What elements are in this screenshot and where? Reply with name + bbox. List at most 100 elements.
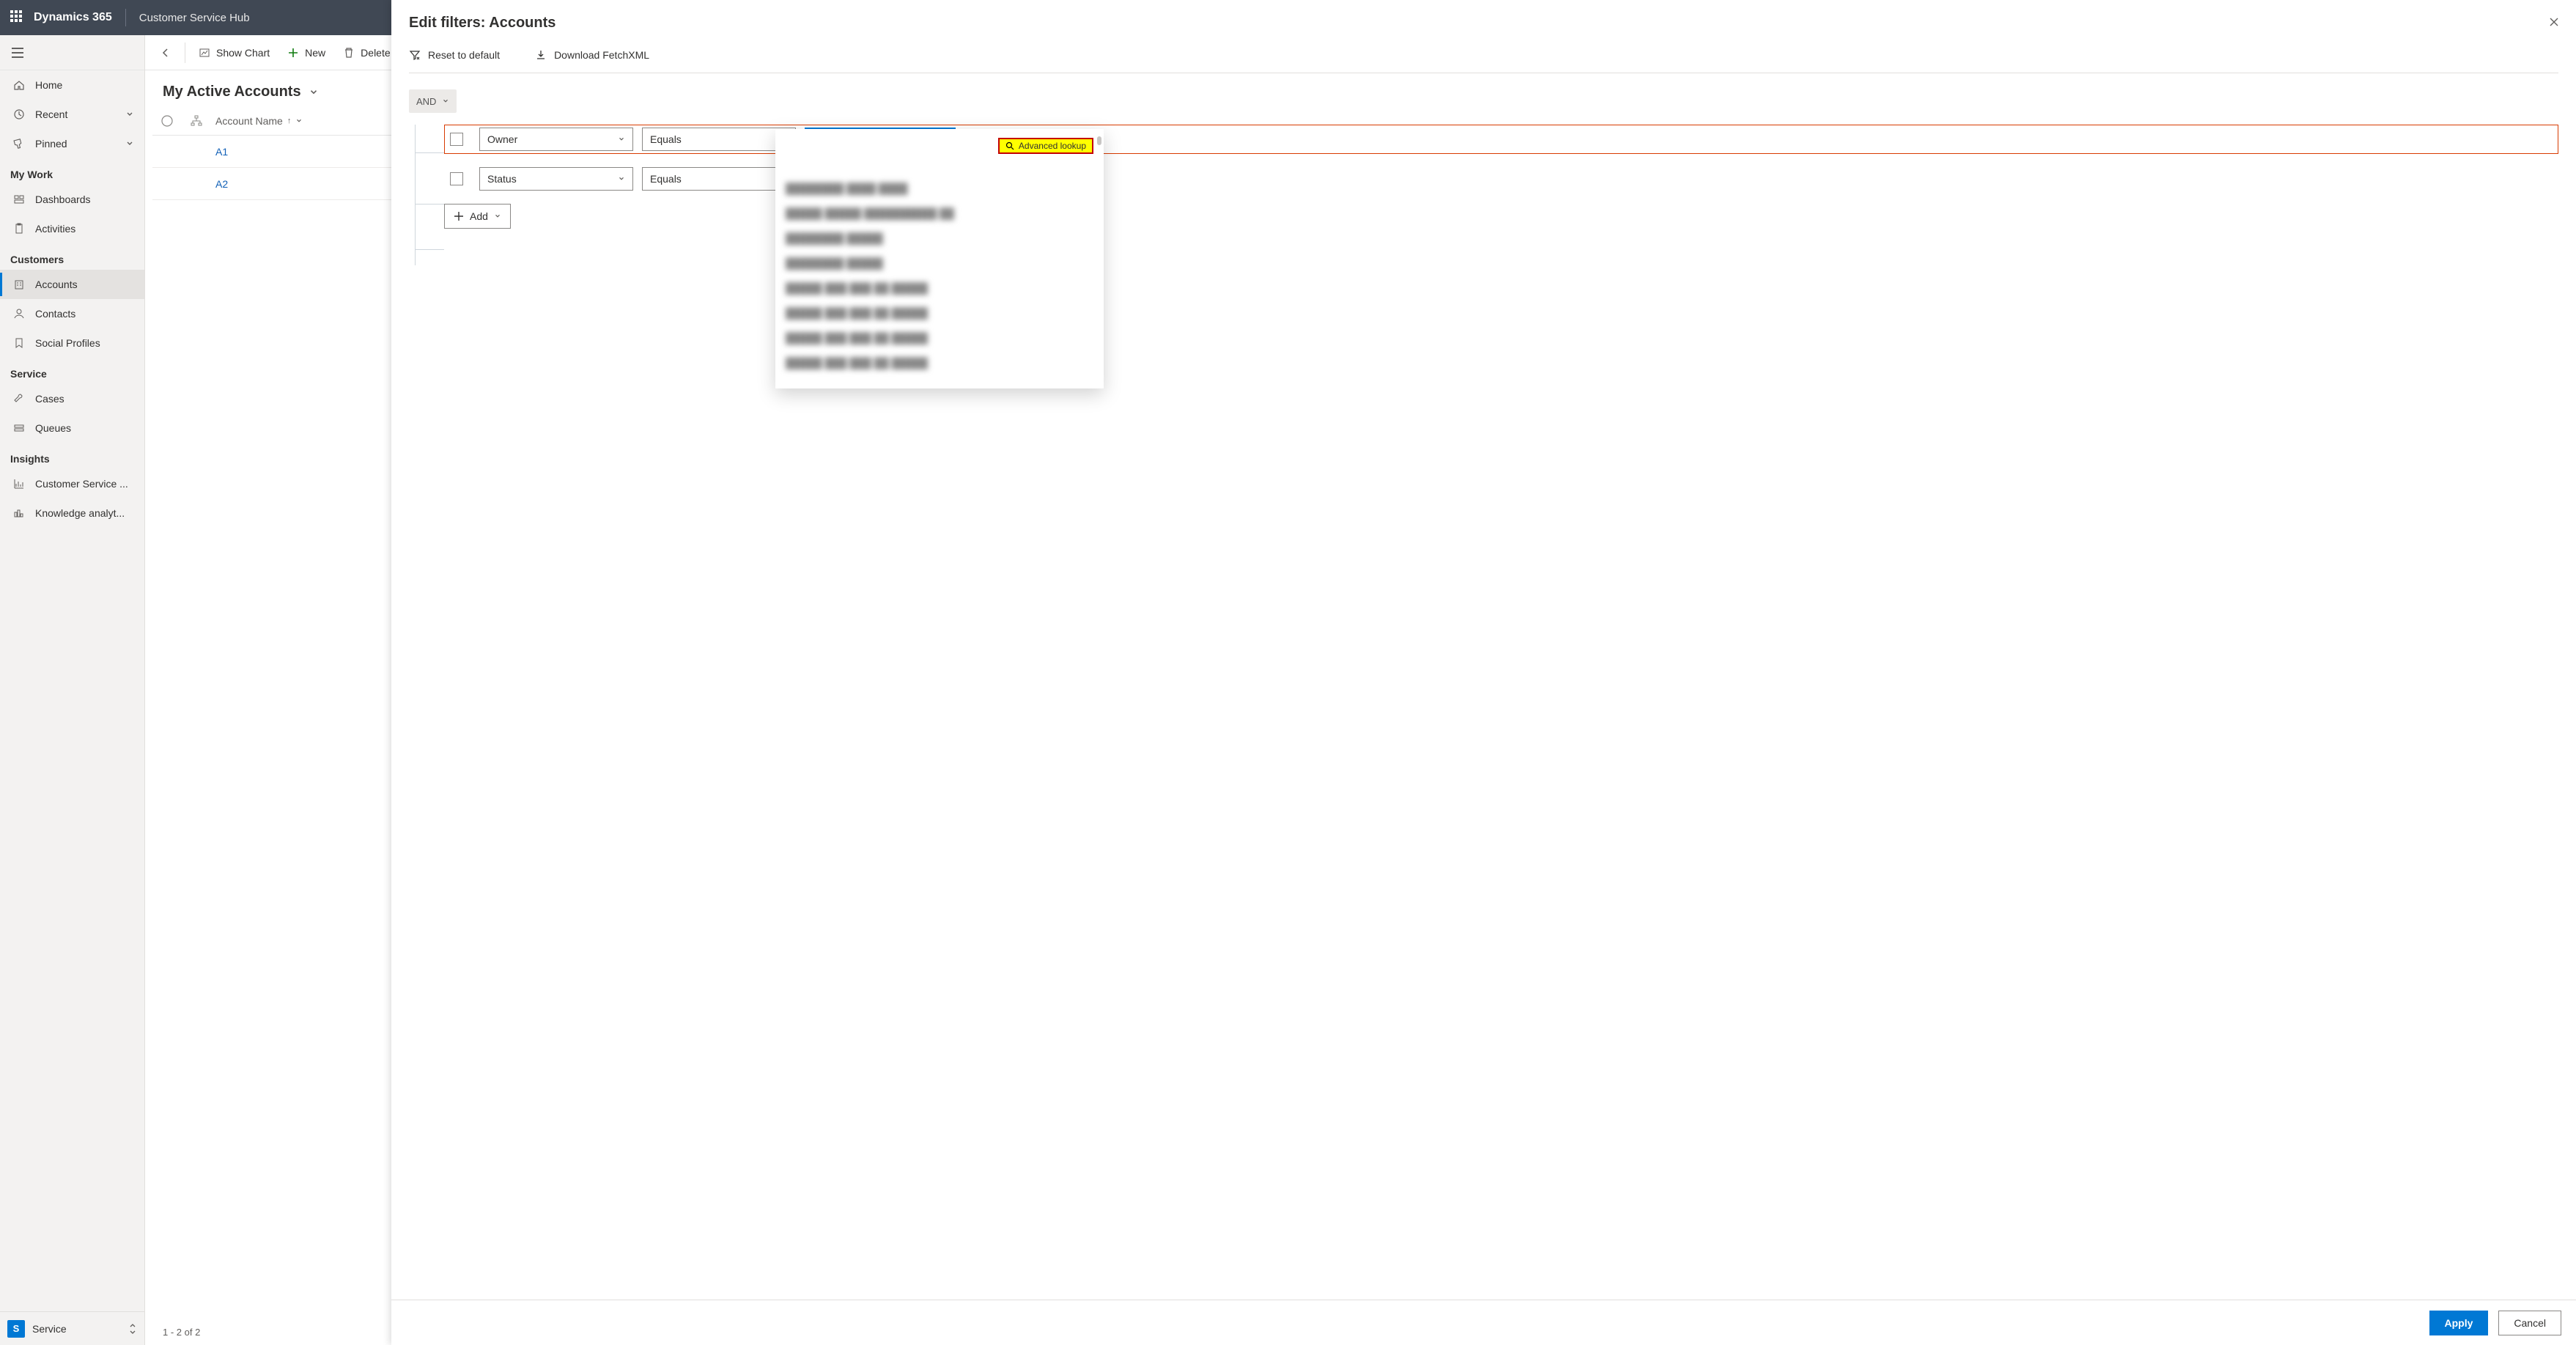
dropdown-value: Status bbox=[487, 173, 517, 185]
lookup-option[interactable]: ████████ █████ bbox=[786, 226, 1093, 251]
operator-dropdown[interactable]: Equals bbox=[642, 167, 796, 191]
dropdown-value: Equals bbox=[650, 173, 682, 185]
lookup-option[interactable]: █████ ███ ███ ██ █████ bbox=[786, 350, 1093, 375]
cmd-label: Show Chart bbox=[216, 47, 270, 59]
delete-button[interactable]: Delete bbox=[336, 40, 397, 66]
lookup-option[interactable]: █████ ███ ███ ██ █████ bbox=[786, 325, 1093, 350]
button-label: Add bbox=[470, 210, 488, 222]
building-icon bbox=[10, 279, 28, 290]
filter-reset-icon bbox=[409, 49, 421, 61]
hamburger-button[interactable] bbox=[0, 35, 144, 70]
group-label: AND bbox=[416, 96, 436, 107]
condition-checkbox[interactable] bbox=[450, 133, 463, 146]
attribute-dropdown[interactable]: Owner bbox=[479, 128, 633, 151]
group-operator[interactable]: AND bbox=[409, 89, 457, 113]
column-account-name[interactable]: Account Name ↑ bbox=[211, 115, 303, 127]
operator-dropdown[interactable]: Equals bbox=[642, 128, 796, 151]
chevron-down-icon bbox=[618, 136, 625, 143]
nav-label: Activities bbox=[35, 223, 134, 235]
dropdown-value: Owner bbox=[487, 133, 517, 145]
advanced-lookup-button[interactable]: Advanced lookup bbox=[998, 138, 1093, 154]
nav-social-profiles[interactable]: Social Profiles bbox=[0, 328, 144, 358]
hierarchy-icon[interactable] bbox=[182, 115, 211, 127]
button-label: Download FetchXML bbox=[554, 49, 649, 61]
condition-checkbox[interactable] bbox=[450, 172, 463, 185]
clock-icon bbox=[10, 108, 28, 120]
account-link[interactable]: A2 bbox=[152, 178, 228, 190]
lookup-option[interactable]: █████ █████ ██████████ ██ bbox=[786, 201, 1093, 226]
panel-title: Edit filters: Accounts bbox=[409, 15, 2558, 32]
lookup-option[interactable]: █████ ███ ███ ██ █████ bbox=[786, 276, 1093, 301]
view-title: My Active Accounts bbox=[163, 84, 301, 100]
lookup-option[interactable]: █████ ███ ███ ██ █████ bbox=[786, 301, 1093, 325]
chart-icon bbox=[10, 478, 28, 490]
nav-group-customers: Customers bbox=[0, 243, 144, 270]
nav-label: Accounts bbox=[35, 279, 134, 290]
nav-pinned[interactable]: Pinned bbox=[0, 129, 144, 158]
show-chart-button[interactable]: Show Chart bbox=[191, 40, 277, 66]
nav-group-service: Service bbox=[0, 358, 144, 384]
nav-knowledge-analytics[interactable]: Knowledge analyt... bbox=[0, 498, 144, 528]
area-switcher[interactable]: S Service bbox=[0, 1311, 144, 1345]
scrollbar[interactable] bbox=[1097, 136, 1101, 145]
waffle-icon[interactable] bbox=[10, 10, 25, 25]
nav-dashboards[interactable]: Dashboards bbox=[0, 185, 144, 214]
dashboard-icon bbox=[10, 194, 28, 205]
home-icon bbox=[10, 79, 28, 91]
nav-label: Customer Service ... bbox=[35, 478, 134, 490]
nav-label: Home bbox=[35, 79, 134, 91]
nav-group-mywork: My Work bbox=[0, 158, 144, 185]
clipboard-icon bbox=[10, 223, 28, 235]
lookup-option[interactable]: ████████ ████ ████ bbox=[786, 176, 1093, 201]
updown-icon bbox=[128, 1323, 137, 1335]
nav-label: Knowledge analyt... bbox=[35, 507, 134, 519]
trash-icon bbox=[343, 47, 355, 59]
area-label: Service bbox=[32, 1323, 128, 1335]
nav-sidebar: Home Recent Pinned My Work Dashboards Ac… bbox=[0, 35, 145, 1345]
app-name: Customer Service Hub bbox=[139, 12, 250, 24]
button-label: Advanced lookup bbox=[1019, 141, 1086, 151]
nav-cases[interactable]: Cases bbox=[0, 384, 144, 413]
chevron-down-icon bbox=[442, 97, 449, 105]
analytics-icon bbox=[10, 507, 28, 519]
chart-icon bbox=[199, 47, 210, 59]
download-icon bbox=[535, 49, 547, 61]
nav-label: Pinned bbox=[35, 138, 125, 150]
new-button[interactable]: New bbox=[280, 40, 333, 66]
plus-icon bbox=[287, 47, 299, 59]
nav-accounts[interactable]: Accounts bbox=[0, 270, 144, 299]
attribute-dropdown[interactable]: Status bbox=[479, 167, 633, 191]
area-badge: S bbox=[7, 1320, 25, 1338]
chevron-down-icon bbox=[125, 110, 134, 119]
nav-label: Contacts bbox=[35, 308, 134, 320]
nav-group-insights: Insights bbox=[0, 443, 144, 469]
nav-queues[interactable]: Queues bbox=[0, 413, 144, 443]
dropdown-value: Equals bbox=[650, 133, 682, 145]
cmd-label: Delete bbox=[361, 47, 390, 59]
nav-label: Queues bbox=[35, 422, 134, 434]
nav-contacts[interactable]: Contacts bbox=[0, 299, 144, 328]
back-button[interactable] bbox=[152, 40, 179, 66]
chevron-down-icon bbox=[618, 175, 625, 183]
download-fetchxml-button[interactable]: Download FetchXML bbox=[535, 49, 649, 61]
divider bbox=[125, 9, 126, 26]
nav-activities[interactable]: Activities bbox=[0, 214, 144, 243]
nav-home[interactable]: Home bbox=[0, 70, 144, 100]
lookup-option[interactable]: ████████ █████ bbox=[786, 251, 1093, 276]
brand-label: Dynamics 365 bbox=[34, 11, 112, 24]
nav-recent[interactable]: Recent bbox=[0, 100, 144, 129]
search-icon bbox=[1005, 141, 1014, 150]
nav-customer-service[interactable]: Customer Service ... bbox=[0, 469, 144, 498]
reset-default-button[interactable]: Reset to default bbox=[409, 49, 500, 61]
cmd-label: New bbox=[305, 47, 325, 59]
pin-icon bbox=[10, 138, 28, 150]
close-button[interactable] bbox=[2548, 16, 2560, 28]
cancel-button[interactable]: Cancel bbox=[2498, 1311, 2561, 1335]
chevron-down-icon bbox=[494, 213, 501, 220]
select-all[interactable] bbox=[152, 114, 182, 128]
chevron-down-icon bbox=[295, 117, 303, 125]
account-link[interactable]: A1 bbox=[152, 146, 228, 158]
apply-button[interactable]: Apply bbox=[2429, 1311, 2489, 1335]
bookmark-icon bbox=[10, 337, 28, 349]
add-condition-button[interactable]: Add bbox=[444, 204, 511, 229]
